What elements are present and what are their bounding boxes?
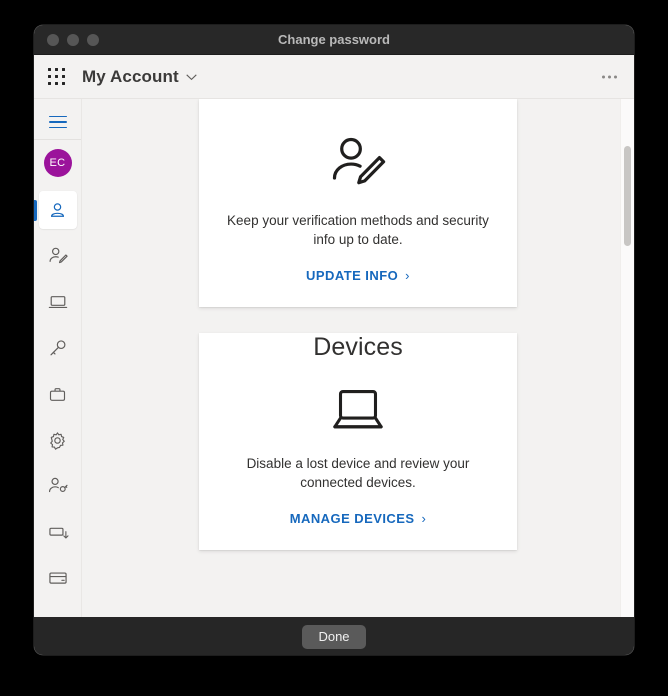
maximize-window-button[interactable]	[87, 33, 99, 46]
window-titlebar: Change password	[34, 25, 634, 55]
chevron-right-icon: ›	[405, 268, 410, 283]
person-edit-icon	[219, 131, 497, 193]
content-scroll-area[interactable]: Keep your verification methods and secur…	[82, 99, 634, 617]
gear-icon	[39, 421, 77, 459]
card-description: Keep your verification methods and secur…	[227, 213, 489, 247]
vertical-scrollbar[interactable]	[620, 99, 634, 617]
avatar-container: EC	[34, 140, 81, 186]
sidebar-item-my-sign-ins[interactable]	[34, 463, 81, 509]
card-title: Devices	[313, 333, 403, 361]
sidebar-item-password[interactable]	[34, 325, 81, 371]
sidebar-item-subscriptions[interactable]	[34, 555, 81, 601]
update-info-link[interactable]: UPDATE INFO ›	[306, 268, 410, 283]
hamburger-menu-icon[interactable]	[34, 105, 81, 140]
done-button[interactable]: Done	[302, 625, 366, 649]
sidebar-item-devices[interactable]	[34, 279, 81, 325]
sidebar: EC	[34, 99, 82, 617]
window-footer: Done	[34, 617, 634, 655]
sidebar-item-security-info[interactable]	[34, 233, 81, 279]
person-key-icon	[39, 467, 77, 505]
box-download-icon	[39, 513, 77, 551]
minimize-window-button[interactable]	[67, 33, 79, 46]
sidebar-nav-list	[34, 187, 81, 601]
app-header: My Account	[34, 55, 634, 99]
briefcase-icon	[39, 375, 77, 413]
scrollbar-thumb[interactable]	[624, 146, 631, 246]
window-title: Change password	[278, 32, 390, 47]
manage-devices-link[interactable]: MANAGE DEVICES ›	[290, 511, 427, 526]
card-description: Disable a lost device and review your co…	[246, 456, 470, 490]
change-password-window: Change password My Account EC Keep your …	[34, 25, 634, 655]
app-launcher-grid-icon[interactable]	[45, 66, 67, 88]
chevron-right-icon: ›	[421, 511, 427, 526]
traffic-light-group	[47, 33, 99, 46]
cards-container: Keep your verification methods and secur…	[82, 99, 634, 582]
avatar[interactable]: EC	[43, 149, 72, 177]
sidebar-item-overview[interactable]	[34, 187, 81, 233]
person-icon	[38, 191, 77, 229]
app-title[interactable]: My Account	[82, 67, 179, 87]
ellipsis-icon[interactable]	[597, 69, 622, 84]
key-icon	[39, 329, 77, 367]
chevron-down-icon[interactable]	[186, 71, 197, 83]
security-info-card: Keep your verification methods and secur…	[199, 99, 517, 307]
manage-devices-label: MANAGE DEVICES	[289, 511, 415, 526]
laptop-icon	[39, 283, 77, 321]
sidebar-item-office-apps[interactable]	[34, 509, 81, 555]
sidebar-item-settings-privacy[interactable]	[34, 417, 81, 463]
update-info-label: UPDATE INFO	[306, 268, 399, 283]
close-window-button[interactable]	[47, 33, 59, 46]
credit-card-icon	[39, 559, 77, 597]
devices-card: Devices Disable a lost device and review…	[199, 333, 517, 550]
window-body: EC Keep your verification methods and se…	[34, 99, 634, 617]
person-edit-icon	[39, 237, 77, 275]
laptop-icon	[219, 384, 497, 436]
sidebar-item-organizations[interactable]	[34, 371, 81, 417]
